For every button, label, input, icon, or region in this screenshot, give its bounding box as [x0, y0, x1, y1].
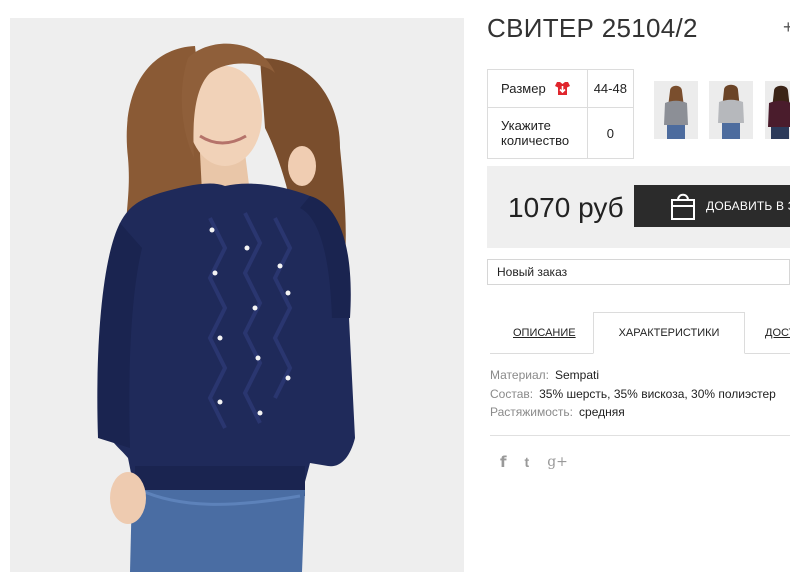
- googleplus-icon[interactable]: g+: [547, 454, 568, 470]
- size-label: Размер: [501, 81, 546, 97]
- characteristic-value: 35% шерсть, 35% вискоза, 30% полиэстер: [539, 386, 776, 401]
- price-box: 1070 руб ДОБАВИТЬ В ЗАКАЗ: [487, 166, 790, 248]
- quantity-row: Укажите количество 0: [487, 107, 635, 159]
- characteristic-key: Состав:: [490, 386, 534, 401]
- size-value[interactable]: 44-48: [586, 68, 635, 109]
- characteristic-row: Материал: Sempati: [490, 366, 776, 385]
- thumbnail-1[interactable]: [654, 81, 698, 139]
- size-cell: Размер: [487, 68, 588, 109]
- facebook-icon[interactable]: f: [500, 453, 507, 471]
- shopping-bag-icon: [671, 193, 695, 220]
- size-label-wrap: Размер: [501, 80, 571, 97]
- size-row: Размер 44-48: [487, 68, 635, 109]
- thumbnail-model-icon: [709, 81, 753, 139]
- product-photo-illustration: [10, 18, 464, 572]
- thumbnail-2[interactable]: [709, 81, 753, 139]
- section-divider: [490, 435, 790, 436]
- quantity-input[interactable]: 0: [586, 107, 635, 159]
- order-select-value: Новый заказ: [497, 265, 568, 279]
- order-select[interactable]: Новый заказ: [487, 259, 790, 285]
- characteristic-key: Растяжимость:: [490, 405, 574, 419]
- characteristic-row: Растяжимость: средняя: [490, 403, 776, 422]
- size-chart-icon[interactable]: [554, 80, 571, 97]
- twitter-icon[interactable]: t: [525, 454, 530, 470]
- product-photo[interactable]: [10, 18, 464, 572]
- characteristic-key: Материал:: [490, 368, 549, 382]
- price: 1070 руб: [508, 192, 624, 223]
- title-edge-glyph: +: [783, 17, 790, 37]
- tab-characteristics[interactable]: ХАРАКТЕРИСТИКИ: [593, 312, 745, 354]
- add-to-order-label: ДОБАВИТЬ В ЗАКАЗ: [706, 199, 790, 213]
- tab-description[interactable]: ОПИСАНИЕ: [513, 312, 576, 354]
- product-tabs: ОПИСАНИЕ ХАРАКТЕРИСТИКИ ДОСТАВКА: [490, 312, 790, 354]
- thumbnail-3[interactable]: [765, 81, 790, 139]
- quantity-label: Укажите количество: [487, 107, 588, 159]
- characteristics-list: Материал: Sempati Состав: 35% шерсть, 35% …: [490, 366, 776, 422]
- characteristic-row: Состав: 35% шерсть, 35% вискоза, 30% поли…: [490, 385, 776, 404]
- thumbnail-model-icon: [654, 81, 698, 139]
- thumbnail-model-icon: [765, 81, 790, 139]
- characteristic-value: Sempati: [554, 368, 599, 382]
- characteristic-value: средняя: [579, 405, 625, 419]
- add-to-order-button[interactable]: ДОБАВИТЬ В ЗАКАЗ: [634, 185, 790, 227]
- spec-table: Размер 44-48 Укажите количество 0: [487, 68, 635, 159]
- product-title: СВИТЕР 25104/2: [487, 13, 698, 43]
- tab-delivery[interactable]: ДОСТАВКА: [765, 312, 790, 354]
- social-share: f t g+: [500, 453, 568, 471]
